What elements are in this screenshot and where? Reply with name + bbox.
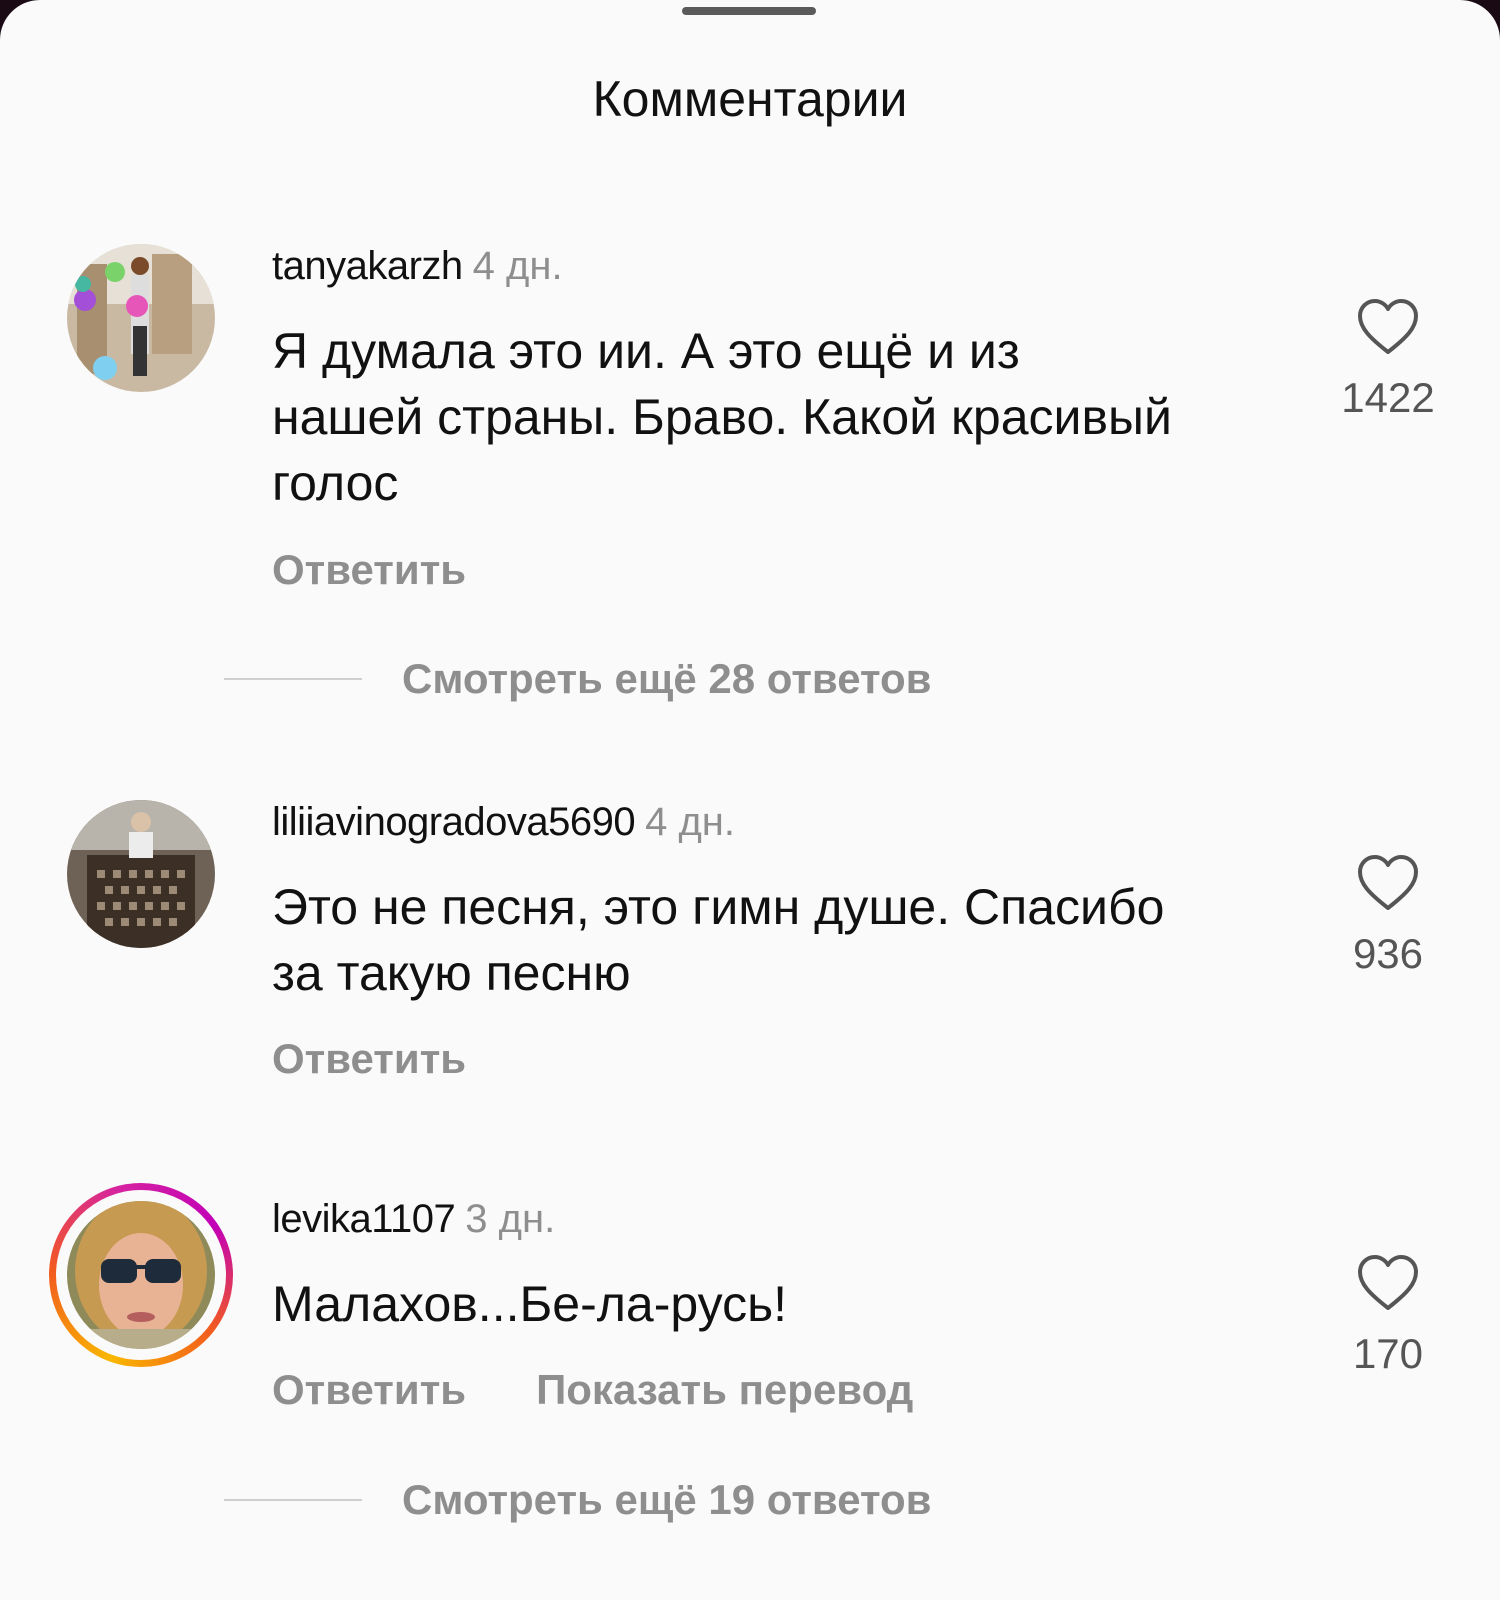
comment-time: 3 дн. xyxy=(465,1197,556,1241)
like-button[interactable]: 936 xyxy=(1318,854,1458,978)
username[interactable]: levika1107 xyxy=(272,1197,456,1241)
replies-divider xyxy=(224,1499,362,1501)
comment-text: Малахов...Бе-ла-русь! xyxy=(272,1276,788,1332)
avatar[interactable] xyxy=(67,800,215,948)
sheet-grabber-handle[interactable] xyxy=(682,7,816,15)
show-translation-button[interactable]: Показать перевод xyxy=(536,1366,913,1413)
like-count: 1422 xyxy=(1341,374,1435,421)
comment-text: Это не песня, это гимн душе. Спасибо за … xyxy=(272,879,1165,1001)
comment-actions: Ответить Показать перевод xyxy=(272,1366,913,1414)
comment-actions: Ответить xyxy=(272,546,466,594)
story-ring[interactable] xyxy=(49,1183,233,1367)
like-count: 936 xyxy=(1352,930,1424,977)
comment-meta: liliiavinogradova5690 4 дн. xyxy=(272,800,735,844)
sheet-title: Комментарии xyxy=(592,71,908,127)
avatar[interactable] xyxy=(67,1201,215,1349)
view-more-replies[interactable]: Смотреть ещё 28 ответов xyxy=(224,655,932,703)
reply-button[interactable]: Ответить xyxy=(272,1035,466,1082)
heart-outline-icon xyxy=(1358,855,1418,910)
comment-meta: levika1107 3 дн. xyxy=(272,1197,555,1241)
username[interactable]: liliiavinogradova5690 xyxy=(272,800,636,844)
view-more-replies-label[interactable]: Смотреть ещё 28 ответов xyxy=(402,655,932,703)
view-more-replies[interactable]: Смотреть ещё 19 ответов xyxy=(224,1476,932,1524)
comment-text: Я думала это ии. А это ещё и из нашей ст… xyxy=(272,323,1172,511)
heart-outline-icon xyxy=(1358,1255,1418,1310)
username[interactable]: tanyakarzh xyxy=(272,244,463,288)
reply-button[interactable]: Ответить xyxy=(272,546,466,593)
view-more-replies-label[interactable]: Смотреть ещё 19 ответов xyxy=(402,1476,932,1524)
comment-time: 4 дн. xyxy=(645,800,735,844)
like-button[interactable]: 170 xyxy=(1318,1254,1458,1378)
reply-button[interactable]: Ответить xyxy=(272,1366,466,1413)
comment-time: 4 дн. xyxy=(472,244,563,288)
avatar[interactable] xyxy=(67,244,215,392)
like-button[interactable]: 1422 xyxy=(1318,298,1458,422)
replies-divider xyxy=(224,678,362,680)
like-count: 170 xyxy=(1352,1330,1424,1377)
comment-actions: Ответить xyxy=(272,1035,466,1083)
heart-outline-icon xyxy=(1358,299,1418,354)
comments-sheet: Комментарии tanyakarzh 4 дн. Я думала это xyxy=(0,0,1500,1600)
comment-meta: tanyakarzh 4 дн. xyxy=(272,244,563,288)
